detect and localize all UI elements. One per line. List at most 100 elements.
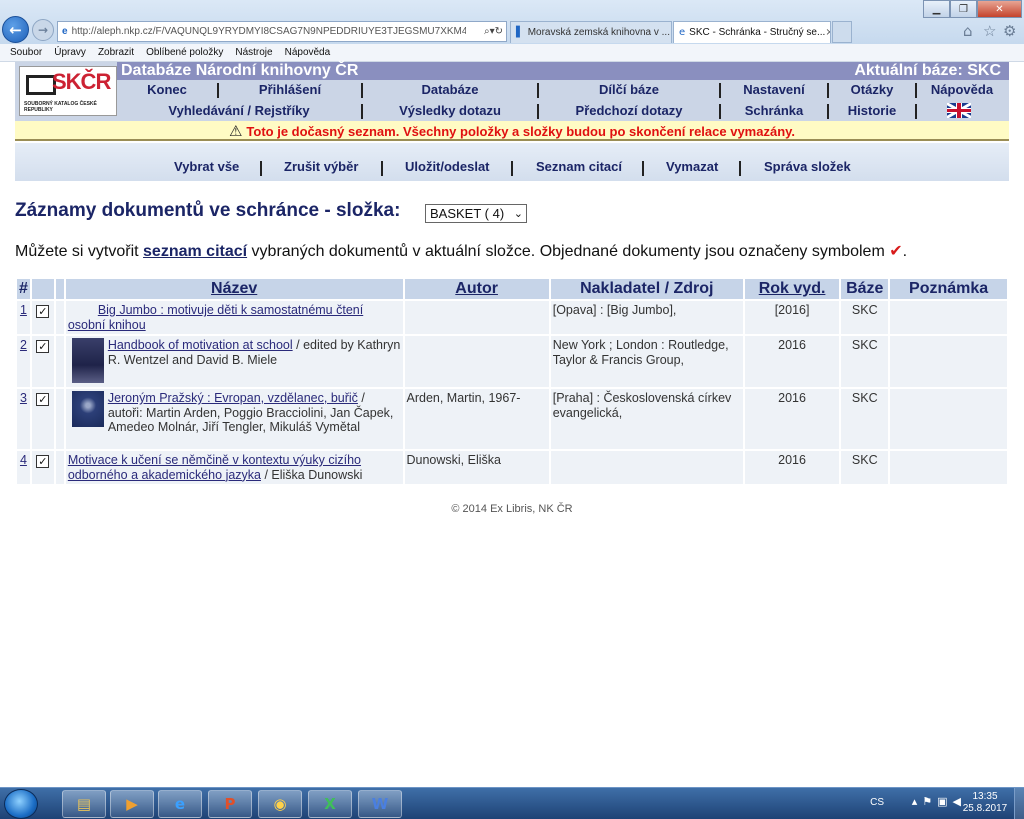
menu-predchozi-dotazy[interactable]: Předchozí dotazy xyxy=(539,101,719,121)
language-indicator[interactable]: CS xyxy=(870,797,884,808)
record-checkbox[interactable]: ✓ xyxy=(36,455,50,468)
explorer-taskbar-icon[interactable]: ▤ xyxy=(62,790,106,818)
col-title-header[interactable]: Název xyxy=(65,279,403,299)
browser-tab-skc[interactable]: e SKC - Schránka - Stručný se... × xyxy=(673,21,831,43)
menu-napoveda[interactable]: Nápověda xyxy=(285,47,331,58)
record-title-link[interactable]: Jeroným Pražský : Evropan, vzdělanec, bu… xyxy=(108,391,358,405)
tab-title: SKC - Schránka - Stručný se... xyxy=(689,27,826,38)
chevron-down-icon: ⌄ xyxy=(513,207,523,220)
minimize-icon[interactable]: ▁ xyxy=(923,0,950,18)
internet-explorer-taskbar-icon[interactable]: e xyxy=(158,790,202,818)
record-year: 2016 xyxy=(744,336,840,387)
browser-tab-mzk[interactable]: ▌ Moravská zemská knihovna v ... xyxy=(510,21,672,43)
tab-favicon-icon: e xyxy=(679,27,686,38)
deselect-button[interactable]: Zrušit výběr xyxy=(284,143,358,191)
address-bar[interactable]: e http://aleph.nkp.cz/F/VAQUNQL9YRYDMYI8… xyxy=(57,21,507,42)
back-button[interactable]: ← xyxy=(2,16,29,43)
media-player-taskbar-icon[interactable]: ▶ xyxy=(110,790,154,818)
logo-text: SKČR xyxy=(52,69,111,94)
folder-select[interactable]: BASKET ( 4) ⌄ xyxy=(425,204,527,223)
col-year-header[interactable]: Rok vyd. xyxy=(744,279,840,299)
info-after: vybraných dokumentů v aktuální složce. O… xyxy=(247,243,890,260)
tab-title: Moravská zemská knihovna v ... xyxy=(527,27,670,38)
col-note-header: Poznámka xyxy=(890,279,1007,299)
forward-button[interactable]: → xyxy=(32,19,54,41)
english-flag-icon[interactable] xyxy=(947,103,971,118)
record-number-link[interactable]: 3 xyxy=(20,391,27,405)
menu-konec[interactable]: Konec xyxy=(117,80,217,100)
menu-historie[interactable]: Historie xyxy=(829,101,915,121)
menu-vysledky[interactable]: Výsledky dotazu xyxy=(363,101,537,121)
book-cover-thumbnail[interactable] xyxy=(71,391,104,427)
word-taskbar-icon[interactable]: W xyxy=(358,790,402,818)
clock[interactable]: 13:35 25.8.2017 xyxy=(960,791,1010,815)
ordered-check-icon: ✔ xyxy=(889,241,903,260)
separator xyxy=(642,161,644,176)
separator xyxy=(260,161,262,176)
clock-date: 25.8.2017 xyxy=(962,803,1008,814)
excel-taskbar-icon[interactable]: X xyxy=(308,790,352,818)
record-checkbox[interactable]: ✓ xyxy=(36,393,50,406)
menu-otazky[interactable]: Otázky xyxy=(829,80,915,100)
db-title: Databáze Národní knihovny ČR xyxy=(121,62,359,79)
close-window-icon[interactable]: ✕ xyxy=(977,0,1022,18)
main-menu-row-1: Konec Přihlášení Databáze Dílčí báze Nas… xyxy=(117,80,1009,100)
page-footer: © 2014 Ex Libris, NK ČR xyxy=(451,503,573,515)
record-checkbox[interactable]: ✓ xyxy=(36,340,50,353)
delete-button[interactable]: Vymazat xyxy=(666,143,718,191)
menu-nastaveni[interactable]: Nastavení xyxy=(721,80,827,100)
restore-icon[interactable]: ❐ xyxy=(950,0,977,18)
search-refresh-icons[interactable]: ⌕▾↻ xyxy=(466,26,506,37)
tab-close-icon[interactable]: × xyxy=(825,27,830,38)
menu-databaze[interactable]: Databáze xyxy=(363,80,537,100)
home-icon[interactable]: ⌂ xyxy=(963,22,973,40)
manage-folders-button[interactable]: Správa složek xyxy=(764,143,851,191)
col-author-header[interactable]: Autor xyxy=(404,279,549,299)
record-title-link[interactable]: Handbook of motivation at school xyxy=(108,338,293,352)
menu-zobrazit[interactable]: Zobrazit xyxy=(98,47,134,58)
menu-upravy[interactable]: Úpravy xyxy=(54,47,86,58)
save-send-button[interactable]: Uložit/odeslat xyxy=(405,143,490,191)
record-publisher xyxy=(550,451,743,484)
col-publisher-header: Nakladatel / Zdroj xyxy=(550,279,743,299)
table-row: 3 ✓ Jeroným Pražský : Evropan, vzdělanec… xyxy=(17,389,1007,449)
menu-vyhledavani[interactable]: Vyhledávání / Rejstříky xyxy=(117,101,361,121)
record-publisher: [Praha] : Československá církev evangeli… xyxy=(550,389,743,449)
citation-list-link[interactable]: seznam citací xyxy=(143,243,247,260)
info-end: . xyxy=(902,243,908,260)
tray-icons[interactable]: ▴⚑▣◀ xyxy=(912,795,966,808)
menu-soubor[interactable]: Soubor xyxy=(10,47,42,58)
db-title-bar: Databáze Národní knihovny ČR Aktuální bá… xyxy=(117,62,1009,80)
favorites-star-icon[interactable]: ☆ xyxy=(983,22,996,40)
record-base: SKC xyxy=(841,336,889,387)
info-text: Můžete si vytvořit seznam citací vybraný… xyxy=(15,241,907,261)
logo-subtitle: SOUBORNÝ KATALOG ČESKÉ REPUBLIKY xyxy=(24,101,97,113)
record-checkbox[interactable]: ✓ xyxy=(36,305,50,318)
book-cover-thumbnail[interactable] xyxy=(71,338,104,383)
new-tab-button[interactable] xyxy=(832,21,852,43)
citation-list-button[interactable]: Seznam citací xyxy=(536,143,622,191)
menu-nastroje[interactable]: Nástroje xyxy=(235,47,272,58)
record-number-link[interactable]: 4 xyxy=(20,453,27,467)
records-table: # Název Autor Nakladatel / Zdroj Rok vyd… xyxy=(15,277,1009,486)
ie-page-icon: e xyxy=(62,26,68,37)
settings-gear-icon[interactable]: ⚙ xyxy=(1003,22,1016,40)
record-number-link[interactable]: 1 xyxy=(20,303,27,317)
powerpoint-taskbar-icon[interactable]: P xyxy=(208,790,252,818)
skcr-logo[interactable]: SKČR SOUBORNÝ KATALOG ČESKÉ REPUBLIKY xyxy=(19,66,117,116)
chrome-taskbar-icon[interactable]: ◉ xyxy=(258,790,302,818)
select-all-button[interactable]: Vybrat vše xyxy=(174,143,239,191)
menu-schranka[interactable]: Schránka xyxy=(721,101,827,121)
record-author xyxy=(404,301,549,334)
record-number-link[interactable]: 2 xyxy=(20,338,27,352)
table-row: 1 ✓ Big Jumbo : motivuje děti k samostat… xyxy=(17,301,1007,334)
start-button-icon[interactable] xyxy=(4,789,38,819)
record-title-link[interactable]: Big Jumbo : motivuje děti k samostatnému… xyxy=(68,303,363,332)
separator xyxy=(511,161,513,176)
menu-dilci-baze[interactable]: Dílčí báze xyxy=(539,80,719,100)
menu-napoveda-site[interactable]: Nápověda xyxy=(917,80,1007,100)
menu-oblibene[interactable]: Oblíbené položky xyxy=(146,47,223,58)
show-desktop-button[interactable] xyxy=(1014,788,1024,819)
menu-prihlaseni[interactable]: Přihlášení xyxy=(219,80,361,100)
page-title: Záznamy dokumentů ve schránce - složka: xyxy=(15,200,401,221)
